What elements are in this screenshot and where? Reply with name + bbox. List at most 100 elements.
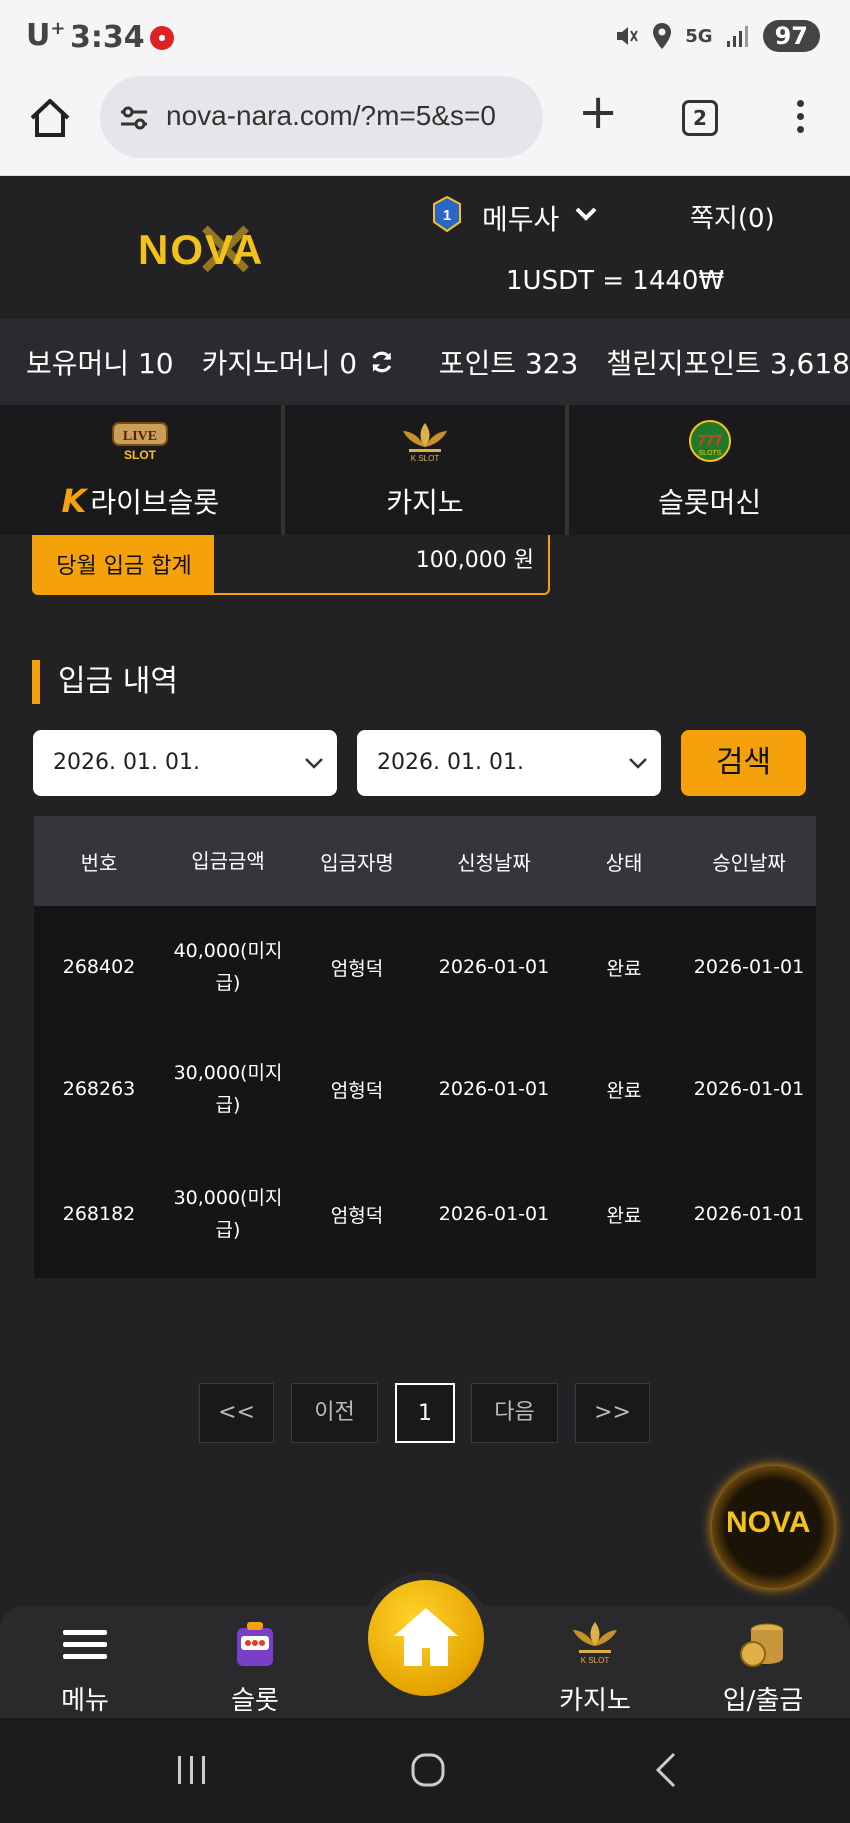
holding-money: 보유머니 10	[26, 347, 174, 380]
home-icon	[394, 1608, 458, 1666]
svg-text:SLOT: SLOT	[124, 448, 157, 462]
prev-page-button[interactable]: 이전	[291, 1383, 378, 1443]
table-row: 268182 30,000(미지 급) 엄형덕 2026-01-01 완료 202…	[34, 1150, 816, 1278]
date-to-value: 2026. 01. 01.	[377, 750, 524, 775]
signal-icon	[726, 26, 748, 47]
header-request-date: 신청날짜	[457, 850, 531, 875]
cell-depositor: 엄형덕	[330, 1079, 384, 1102]
coins-icon	[740, 1623, 784, 1667]
back-icon[interactable]	[646, 1748, 690, 1792]
tab-switcher-button[interactable]: 2	[682, 100, 718, 136]
site-settings-icon[interactable]	[118, 102, 150, 134]
cell-request-date: 2026-01-01	[438, 1078, 550, 1100]
nav-slot[interactable]: 슬롯	[195, 1618, 315, 1717]
status-icons: 5G 97	[613, 20, 820, 52]
challenge-points: 챌린지포인트 3,618	[606, 347, 850, 380]
page-1-button[interactable]: 1	[395, 1383, 455, 1443]
cell-approval-date: 2026-01-01	[693, 1078, 805, 1100]
balance-bar: 보유머니 10 카지노머니 0 포인트 323 챌린지포인트 3,618	[0, 319, 850, 405]
next-page-button[interactable]: 다음	[471, 1383, 558, 1443]
svg-text:777: 777	[697, 432, 722, 449]
messages-link[interactable]: 쪽지(0)	[690, 198, 775, 235]
search-button[interactable]: 검색	[681, 730, 806, 796]
cell-request-date: 2026-01-01	[438, 1203, 550, 1225]
nav-deposit-withdraw[interactable]: 입/출금	[703, 1618, 823, 1717]
cell-amount: 30,000(미지 급)	[173, 1062, 283, 1116]
refresh-icon[interactable]	[369, 346, 395, 378]
floating-nova-button[interactable]: NOVA	[712, 1466, 834, 1588]
carrier-label: U+	[26, 18, 66, 53]
tab-live-slot[interactable]: LIVE SLOT K 라이브슬롯	[0, 405, 285, 535]
live-slot-icon: LIVE SLOT	[112, 422, 169, 462]
cell-status: 완료	[606, 957, 642, 980]
monthly-deposit-total: 당월 입금 합계 100,000 원	[32, 535, 550, 595]
svg-text:SLOTS: SLOTS	[698, 450, 721, 457]
k-logo-mark: K	[61, 482, 87, 520]
network-type: 5G	[685, 25, 713, 47]
cell-depositor: 엄형덕	[330, 1204, 384, 1227]
url-text[interactable]: nova-nara.com/?m=5&s=0	[166, 100, 536, 132]
deposit-history-table: 번호 입금금액 입금자명 신청날짜 상태 승인날짜 268402 40,000(…	[34, 816, 816, 1278]
hamburger-menu-icon	[63, 1630, 107, 1659]
cell-request-date: 2026-01-01	[438, 956, 550, 978]
tab-casino[interactable]: K SLOT 카지노	[284, 405, 570, 535]
table-body: 268402 40,000(미지 급) 엄형덕 2026-01-01 완료 202…	[34, 906, 816, 1278]
recent-apps-icon[interactable]	[170, 1748, 214, 1792]
last-page-button[interactable]: >>	[575, 1383, 650, 1443]
clock: 3:34	[70, 20, 145, 55]
date-from-select[interactable]: 2026. 01. 01.	[33, 730, 337, 796]
cell-amount: 40,000(미지 급)	[173, 940, 283, 994]
k-slot-lotus-icon: K SLOT	[573, 1622, 617, 1665]
status-bar: U+ 3:34 ● 5G 97	[0, 0, 850, 72]
table-row: 268402 40,000(미지 급) 엄형덕 2026-01-01 완료 202…	[34, 906, 816, 1028]
cell-approval-date: 2026-01-01	[693, 956, 805, 978]
nav-menu[interactable]: 메뉴	[25, 1618, 145, 1717]
header-number: 번호	[80, 850, 118, 875]
android-navigation-bar	[0, 1718, 850, 1823]
nav-casino[interactable]: K SLOT 카지노	[535, 1618, 655, 1717]
battery-indicator: 97	[762, 20, 820, 52]
user-name[interactable]: 메두사	[482, 198, 559, 238]
rank-badge-icon: 1	[433, 196, 461, 232]
location-icon	[653, 23, 672, 49]
header-amount: 입금금액	[191, 849, 265, 873]
notification-app-icon: ●	[150, 26, 174, 50]
k-slot-lotus-icon: K SLOT	[403, 423, 447, 463]
tab-label: 슬롯머신	[658, 486, 762, 519]
deposit-total-label: 당월 입금 합계	[34, 535, 214, 593]
svg-text:K SLOT: K SLOT	[581, 1656, 610, 1665]
home-icon[interactable]	[28, 96, 72, 140]
date-from-value: 2026. 01. 01.	[53, 750, 200, 775]
floating-logo-text: NOVA	[726, 1506, 811, 1539]
tab-label: 카지노	[386, 486, 464, 519]
game-tabs: LIVE SLOT K 라이브슬롯 K SLOT 카지노 777 SLOTS 슬롯머신	[0, 405, 850, 535]
mute-icon	[617, 27, 639, 45]
home-button[interactable]	[368, 1580, 484, 1696]
first-page-button[interactable]: <<	[199, 1383, 274, 1443]
header-status: 상태	[605, 850, 643, 875]
new-tab-icon[interactable]: +	[578, 88, 618, 136]
nova-logo[interactable]: ✕ NOVA	[132, 206, 302, 296]
chevron-down-icon[interactable]	[572, 200, 600, 228]
home-circle-icon[interactable]	[406, 1748, 450, 1792]
chevron-down-icon	[305, 758, 323, 769]
address-bar[interactable]: nova-nara.com/?m=5&s=0	[100, 76, 543, 158]
tab-slot-machine[interactable]: 777 SLOTS 슬롯머신	[569, 405, 850, 535]
cell-status: 완료	[606, 1204, 642, 1227]
cell-amount: 30,000(미지 급)	[173, 1187, 283, 1241]
site-header: ✕ NOVA 1 메두사 쪽지(0) 1USDT = 1440₩	[0, 176, 850, 319]
svg-text:K SLOT: K SLOT	[411, 454, 440, 463]
cell-number: 268402	[62, 956, 136, 978]
svg-text:1: 1	[443, 207, 451, 224]
header-approval-date: 승인날짜	[712, 850, 786, 875]
header-depositor: 입금자명	[320, 850, 394, 875]
cell-approval-date: 2026-01-01	[693, 1203, 805, 1225]
table-header: 번호 입금금액 입금자명 신청날짜 상태 승인날짜	[34, 816, 816, 906]
table-row: 268263 30,000(미지 급) 엄형덕 2026-01-01 완료 202…	[34, 1028, 816, 1150]
deposit-total-value: 100,000 원	[415, 548, 534, 573]
browser-toolbar: nova-nara.com/?m=5&s=0 + 2	[0, 72, 850, 176]
date-to-select[interactable]: 2026. 01. 01.	[357, 730, 661, 796]
home-fab-wrapper	[360, 1572, 492, 1704]
chevron-down-icon	[629, 758, 647, 769]
more-options-icon[interactable]	[790, 98, 810, 138]
